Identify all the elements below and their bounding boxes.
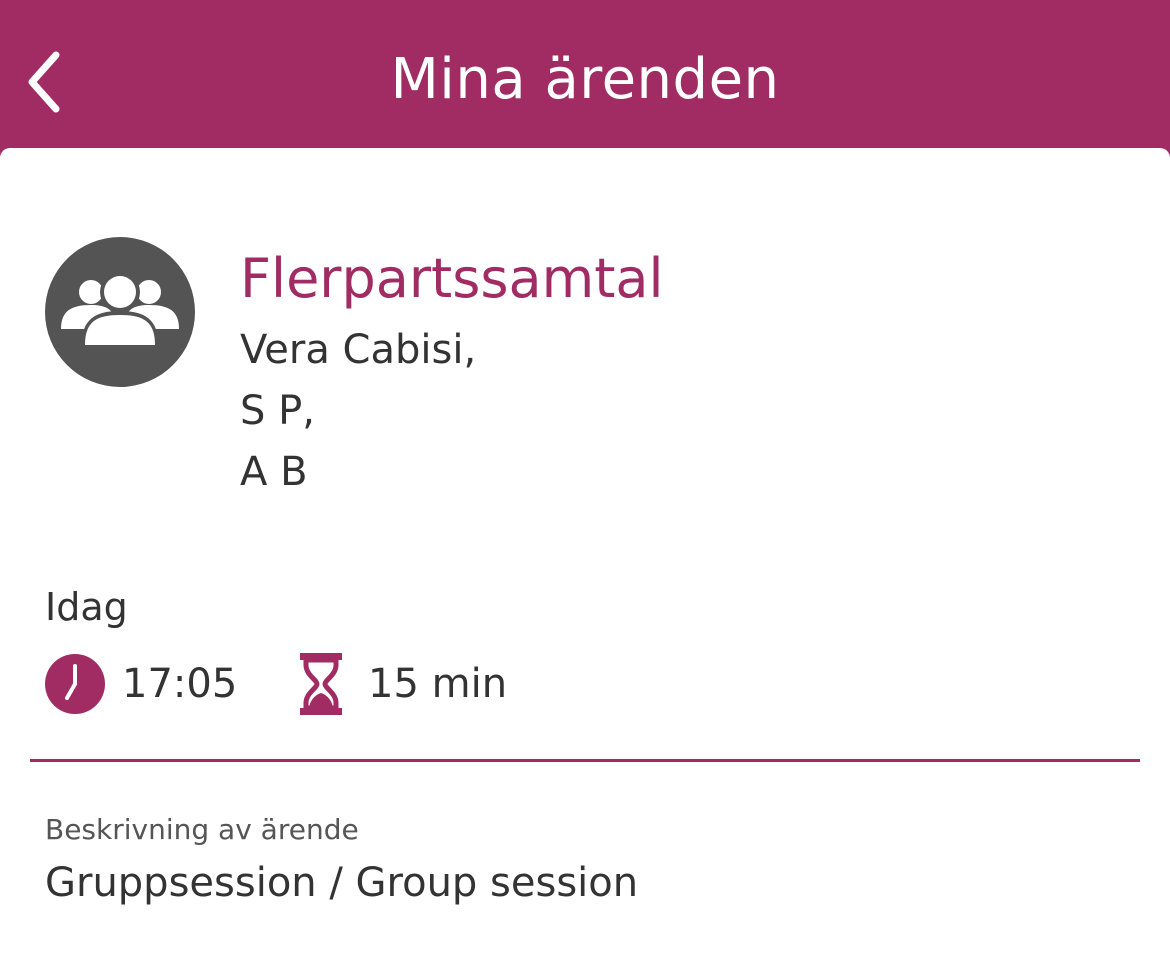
description-value: Gruppsession / Group session	[45, 860, 639, 906]
participant-name: A B	[240, 449, 308, 495]
day-label: Idag	[45, 585, 128, 629]
participant-name: S P,	[240, 388, 315, 434]
app-header: Mina ärenden	[0, 0, 1170, 148]
hourglass-icon	[300, 653, 342, 715]
description-label: Beskrivning av ärende	[45, 813, 359, 846]
time-value: 17:05	[122, 661, 238, 707]
duration-value: 15 min	[368, 661, 508, 707]
clock-icon	[45, 654, 105, 714]
participant-name: Vera Cabisi,	[240, 327, 477, 373]
case-title: Flerpartssamtal	[240, 247, 664, 310]
page-title: Mina ärenden	[390, 47, 780, 112]
divider	[30, 759, 1140, 762]
group-icon	[61, 272, 179, 349]
avatar	[45, 237, 195, 387]
case-card: Flerpartssamtal Vera Cabisi, S P, A B Id…	[0, 148, 1170, 970]
